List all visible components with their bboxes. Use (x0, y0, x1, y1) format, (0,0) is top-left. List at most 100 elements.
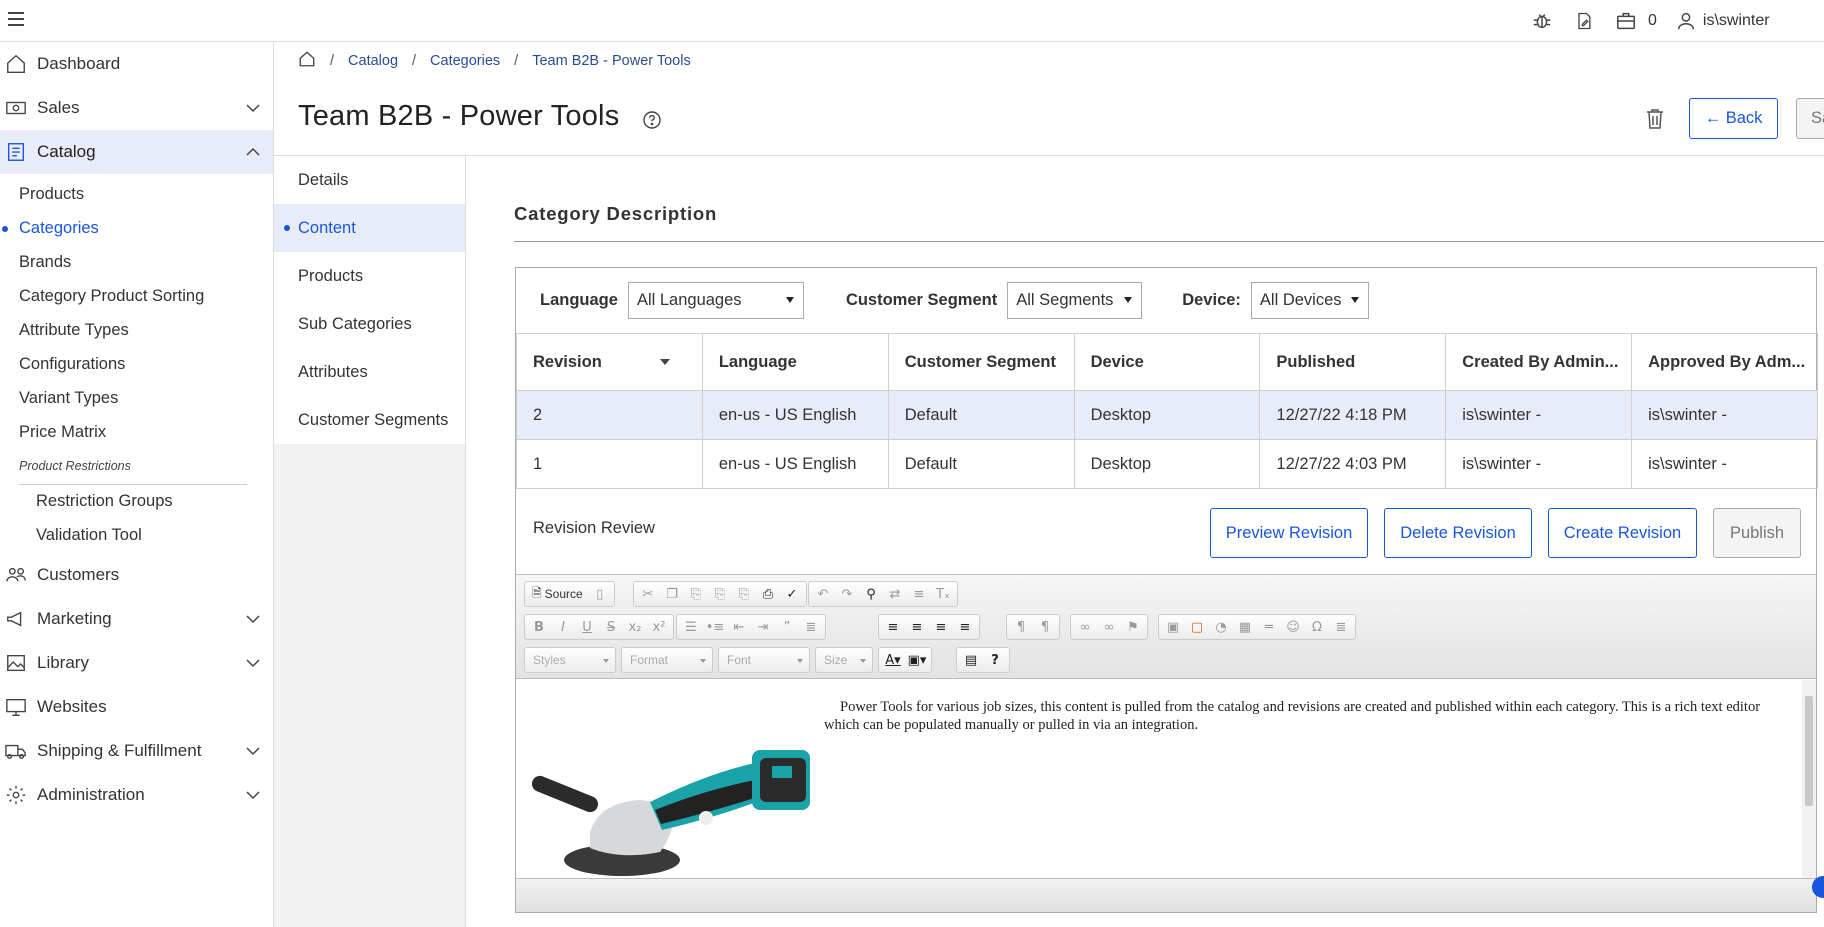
align-left-icon[interactable]: ≡ (882, 616, 904, 638)
numbered-list-icon[interactable]: ☰ (680, 616, 702, 638)
tab-details[interactable]: Details (274, 156, 465, 204)
sidebar-sub-attribute-types[interactable]: Attribute Types (19, 321, 129, 340)
smiley-icon[interactable]: ☺ (1282, 616, 1304, 638)
sidebar-sub-price-matrix[interactable]: Price Matrix (19, 423, 106, 442)
sort-desc-icon[interactable] (659, 359, 670, 366)
sidebar-item-sales[interactable]: Sales (0, 86, 273, 130)
tab-products[interactable]: Products (274, 252, 465, 300)
sidebar-item-websites[interactable]: Websites (0, 685, 273, 729)
sidebar-sub-validation-tool[interactable]: Validation Tool (36, 526, 142, 545)
align-justify-icon[interactable]: ≡ (954, 616, 976, 638)
undo-icon[interactable]: ↶ (812, 583, 834, 605)
sidebar-sub-restriction-groups[interactable]: Restriction Groups (36, 492, 173, 511)
special-char-icon[interactable]: Ω (1306, 616, 1328, 638)
editor-text[interactable]: Power Tools for various job sizes, this … (824, 698, 1794, 734)
column-header-created-by[interactable]: Created By Admin... (1445, 333, 1633, 391)
trash-icon[interactable] (1644, 107, 1666, 131)
table-icon[interactable]: ▦ (1234, 616, 1256, 638)
bulleted-list-icon[interactable]: •≡ (704, 616, 726, 638)
preview-revision-button[interactable]: Preview Revision (1210, 508, 1368, 558)
column-header-published[interactable]: Published (1259, 333, 1447, 391)
superscript-icon[interactable]: x² (648, 616, 670, 638)
column-header-revision[interactable]: Revision (516, 333, 703, 391)
user-menu[interactable]: is\swinter (1675, 10, 1770, 32)
column-header-customer-segment[interactable]: Customer Segment (887, 333, 1075, 391)
iframe-icon[interactable]: ◔ (1210, 616, 1232, 638)
select-all-icon[interactable]: ≡ (908, 583, 930, 605)
home-icon[interactable] (298, 50, 316, 72)
sidebar-item-dashboard[interactable]: Dashboard (0, 42, 273, 86)
strikethrough-icon[interactable]: S (600, 616, 622, 638)
underline-icon[interactable]: U (576, 616, 598, 638)
menu-icon[interactable] (6, 8, 30, 32)
spellcheck-icon[interactable]: ✓ (781, 583, 803, 605)
scrollbar-thumb[interactable] (1805, 696, 1813, 806)
blockquote-icon[interactable]: ” (776, 616, 798, 638)
sidebar-item-administration[interactable]: Administration (0, 773, 273, 817)
table-row[interactable]: 1 en-us - US English Default Desktop 12/… (516, 439, 1818, 489)
image-icon[interactable]: ▣ (1162, 616, 1184, 638)
delete-revision-button[interactable]: Delete Revision (1384, 508, 1532, 558)
sidebar-item-customers[interactable]: Customers (0, 553, 273, 597)
source-button[interactable]: 🗎 Source (528, 584, 587, 605)
sidebar-sub-configurations[interactable]: Configurations (19, 355, 125, 374)
new-page-icon[interactable]: ▯ (589, 583, 611, 605)
sidebar-sub-products[interactable]: Products (19, 185, 84, 204)
div-icon[interactable]: ≣ (800, 616, 822, 638)
horizontal-rule-icon[interactable]: ═ (1258, 616, 1280, 638)
sidebar-sub-categories[interactable]: Categories (19, 219, 99, 238)
styles-select[interactable]: Styles (524, 647, 616, 673)
page-break-icon[interactable]: ≣ (1330, 616, 1352, 638)
tab-customer-segments[interactable]: Customer Segments (274, 396, 465, 444)
save-button[interactable]: Sa (1796, 98, 1824, 139)
rtl-icon[interactable]: ¶ (1034, 616, 1056, 638)
print-icon[interactable]: ⎙ (757, 583, 779, 605)
back-button[interactable]: ← Back (1689, 98, 1778, 139)
sidebar-item-catalog[interactable]: Catalog (0, 130, 273, 174)
tab-sub-categories[interactable]: Sub Categories (274, 300, 465, 348)
sidebar-item-library[interactable]: Library (0, 641, 273, 685)
font-select[interactable]: Font (718, 647, 810, 673)
sidebar-sub-variant-types[interactable]: Variant Types (19, 389, 118, 408)
find-icon[interactable]: ⚲ (860, 583, 882, 605)
bg-color-icon[interactable]: ▣▾ (906, 649, 928, 671)
paste-icon[interactable]: ⎘ (685, 583, 707, 605)
link-icon[interactable]: ∞ (1074, 616, 1096, 638)
bug-icon[interactable] (1530, 9, 1554, 33)
editor-content-area[interactable]: Power Tools for various job sizes, this … (516, 680, 1816, 878)
sidebar-sub-brands[interactable]: Brands (19, 253, 71, 272)
italic-icon[interactable]: I (552, 616, 574, 638)
outdent-icon[interactable]: ⇤ (728, 616, 750, 638)
tab-attributes[interactable]: Attributes (274, 348, 465, 396)
indent-icon[interactable]: ⇥ (752, 616, 774, 638)
subscript-icon[interactable]: x₂ (624, 616, 646, 638)
align-right-icon[interactable]: ≡ (930, 616, 952, 638)
publish-button[interactable]: Publish (1713, 508, 1801, 558)
help-icon[interactable] (642, 110, 662, 130)
editor-scrollbar[interactable] (1802, 680, 1816, 878)
replace-icon[interactable]: ⇄ (884, 583, 906, 605)
tab-content[interactable]: Content (274, 204, 465, 252)
size-select[interactable]: Size (815, 647, 873, 673)
copy-icon[interactable]: ❐ (661, 583, 683, 605)
bold-icon[interactable]: B (528, 616, 550, 638)
document-edit-icon[interactable] (1572, 9, 1596, 33)
cut-icon[interactable]: ✂ (637, 583, 659, 605)
maximize-icon[interactable]: ▤ (960, 649, 982, 671)
text-color-icon[interactable]: A▾ (882, 649, 904, 671)
redo-icon[interactable]: ↷ (836, 583, 858, 605)
create-revision-button[interactable]: Create Revision (1548, 508, 1697, 558)
about-icon[interactable]: ? (984, 649, 1006, 671)
table-row[interactable]: 2 en-us - US English Default Desktop 12/… (516, 390, 1818, 440)
column-header-language[interactable]: Language (701, 333, 889, 391)
sidebar-item-shipping[interactable]: Shipping & Fulfillment (0, 729, 273, 773)
breadcrumb-current[interactable]: Team B2B - Power Tools (532, 53, 691, 69)
segment-select[interactable]: All Segments (1007, 282, 1143, 319)
paste-text-icon[interactable]: ⎘ (709, 583, 731, 605)
sidebar-sub-category-product-sorting[interactable]: Category Product Sorting (19, 287, 204, 306)
format-select[interactable]: Format (621, 647, 713, 673)
sidebar-item-marketing[interactable]: Marketing (0, 597, 273, 641)
column-header-approved-by[interactable]: Approved By Adm... (1631, 333, 1818, 391)
device-select[interactable]: All Devices (1250, 282, 1369, 319)
language-select[interactable]: All Languages (627, 282, 804, 319)
